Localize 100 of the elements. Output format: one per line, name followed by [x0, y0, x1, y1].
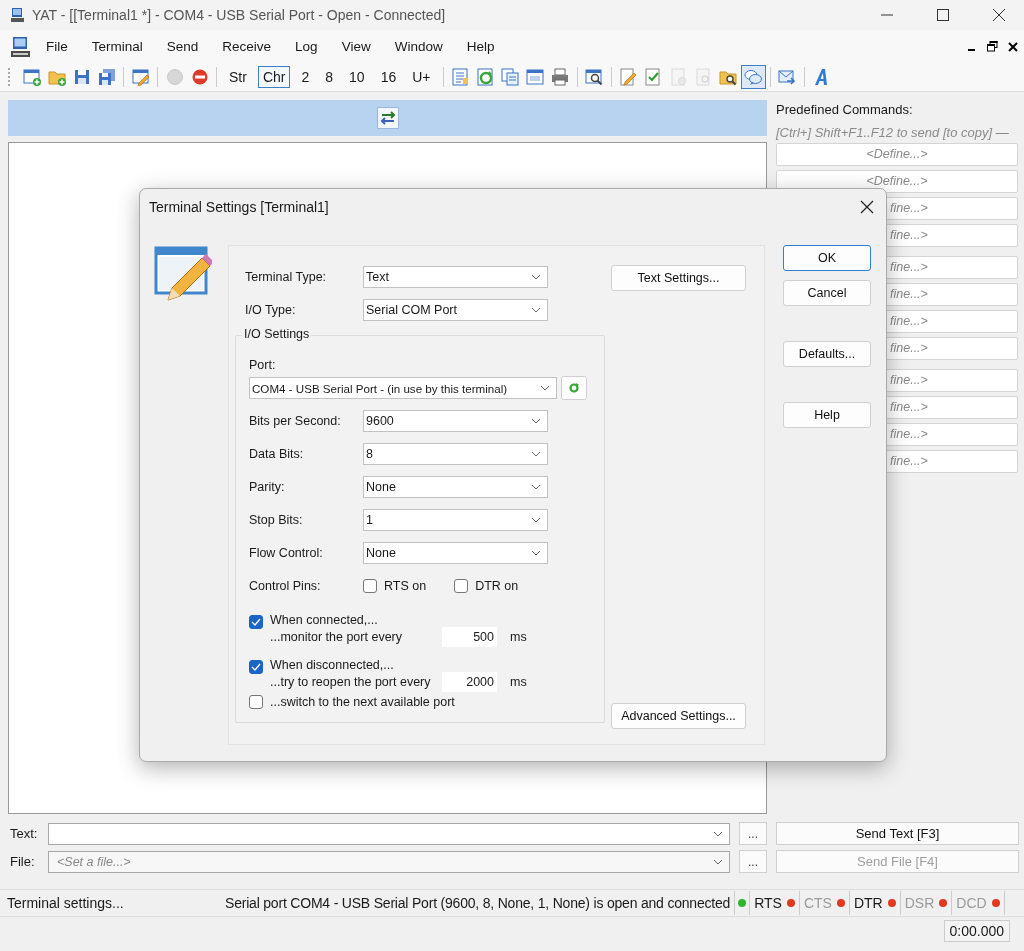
menu-item[interactable]: View: [341, 39, 371, 54]
dropdown[interactable]: Text: [363, 265, 548, 288]
field-label: Control Pins:: [249, 578, 322, 593]
number-field[interactable]: 2000: [442, 672, 497, 692]
chevron-down-icon: [531, 417, 541, 424]
menu-item[interactable]: Window: [394, 39, 443, 54]
chevron-down-icon: [713, 830, 723, 837]
field-label: Data Bits:: [249, 446, 305, 461]
field-label: File:: [9, 854, 36, 869]
pin-label: DTR: [853, 895, 883, 911]
option-text: ...try to reopen the port every: [270, 675, 432, 689]
checkbox-label: DTR on: [475, 578, 519, 593]
document-refresh-icon[interactable]: [476, 68, 494, 86]
window-icon[interactable]: [526, 68, 544, 86]
refresh-button[interactable]: [561, 376, 587, 400]
menu-item[interactable]: Receive: [222, 39, 272, 54]
chevron-down-icon: [713, 858, 723, 865]
hint-text: [Ctrl+] Shift+F1..F12 to send [to copy] —: [776, 125, 1010, 140]
printer-icon[interactable]: [551, 68, 569, 86]
unit-label: ms: [510, 630, 527, 644]
menu-item[interactable]: Terminal: [91, 39, 143, 54]
text-settings-button[interactable]: Text Settings...: [611, 265, 746, 291]
send-button[interactable]: Send Text [F3]: [776, 822, 1019, 845]
chevron-down-icon: [531, 306, 541, 313]
close-icon[interactable]: [860, 200, 874, 214]
folder-plus-icon[interactable]: [47, 68, 66, 86]
dialog-button[interactable]: OK: [783, 245, 871, 271]
menu-item[interactable]: File: [46, 39, 68, 54]
dropdown[interactable]: Serial COM Port: [363, 298, 548, 321]
window-magnifier-icon[interactable]: [585, 68, 603, 86]
radix-button[interactable]: U+: [407, 66, 436, 88]
dropdown[interactable]: COM4 - USB Serial Port - (in use by this terminal): [249, 377, 557, 399]
font-icon[interactable]: [812, 68, 830, 86]
dialog-button[interactable]: Cancel: [783, 280, 871, 306]
window-pencil-icon: [154, 245, 212, 303]
field-label: Bits per Second:: [249, 413, 342, 428]
checkbox-label: When disconnected,...: [270, 658, 395, 672]
checkbox-label: When connected,...: [270, 613, 379, 627]
dropdown[interactable]: 9600: [363, 409, 548, 432]
radix-button[interactable]: Str: [224, 66, 252, 88]
menu-item[interactable]: Log: [295, 39, 318, 54]
dialog-button[interactable]: Defaults...: [783, 341, 871, 367]
close-icon[interactable]: [992, 8, 1006, 22]
folder-magnifier-icon[interactable]: [719, 68, 737, 86]
chevron-down-icon: [531, 483, 541, 490]
checkmark-icon: [251, 663, 261, 671]
field-label: Parity:: [249, 479, 286, 494]
close-icon[interactable]: [1008, 41, 1018, 52]
radix-button[interactable]: 8: [320, 66, 339, 88]
stop-icon[interactable]: [190, 68, 209, 86]
checkbox[interactable]: [249, 660, 263, 674]
chevron-down-icon: [531, 516, 541, 523]
window-pencil-icon[interactable]: [131, 68, 150, 86]
dropdown[interactable]: None: [363, 541, 548, 564]
field-label: I/O Type:: [245, 302, 297, 317]
page-pencil-icon[interactable]: [619, 68, 637, 86]
checkbox-label: RTS on: [384, 578, 427, 593]
radix-button[interactable]: Chr: [257, 66, 291, 88]
number-field[interactable]: 500: [442, 627, 497, 647]
dropdown[interactable]: None: [363, 475, 548, 498]
radix-button[interactable]: 10: [344, 66, 370, 88]
chevron-down-icon: [540, 385, 550, 391]
radix-button[interactable]: 2: [296, 66, 315, 88]
computer-icon: [10, 35, 32, 58]
menu-item[interactable]: Help: [466, 39, 495, 54]
dropdown[interactable]: 8: [363, 442, 548, 465]
checkbox[interactable]: [249, 615, 263, 629]
speech-bubbles-icon[interactable]: [744, 68, 762, 86]
checkbox-label: ...switch to the next available port: [270, 695, 455, 709]
pin-label: RTS: [754, 895, 782, 911]
field-label: Terminal Type:: [245, 269, 328, 284]
dialog-button[interactable]: Help: [783, 402, 871, 428]
floppies-icon[interactable]: [97, 68, 116, 86]
input-field[interactable]: [48, 822, 730, 845]
chevron-down-icon: [531, 549, 541, 556]
field-label: Flow Control:: [249, 545, 324, 560]
restore-icon[interactable]: [987, 41, 998, 52]
floppy-icon[interactable]: [72, 68, 91, 86]
page-checkmark-icon[interactable]: [644, 68, 662, 86]
group-title: I/O Settings: [242, 327, 312, 341]
swap-arrows-icon[interactable]: [376, 107, 399, 129]
dropdown[interactable]: 1: [363, 508, 548, 531]
radix-button[interactable]: 16: [375, 66, 402, 88]
advanced-settings-button[interactable]: Advanced Settings...: [611, 703, 746, 729]
documents-icon[interactable]: [501, 68, 519, 86]
status-text: Terminal settings...: [7, 895, 125, 911]
option-text: ...monitor the port every: [270, 630, 403, 644]
chevron-down-icon: [531, 450, 541, 457]
field-label: Port:: [249, 358, 277, 372]
window-plus-icon[interactable]: [22, 68, 41, 86]
browse-button[interactable]: ...: [739, 822, 767, 845]
checkbox[interactable]: [454, 578, 469, 593]
unit-label: ms: [510, 675, 527, 689]
maximize-icon[interactable]: [936, 8, 950, 22]
field-label: Text:: [9, 826, 39, 841]
checkbox[interactable]: [249, 695, 263, 709]
menu-item[interactable]: Send: [166, 39, 199, 54]
checkbox[interactable]: [363, 578, 377, 593]
command-button[interactable]: <Define...>: [776, 143, 1018, 166]
chevron-down-icon: [531, 273, 541, 280]
